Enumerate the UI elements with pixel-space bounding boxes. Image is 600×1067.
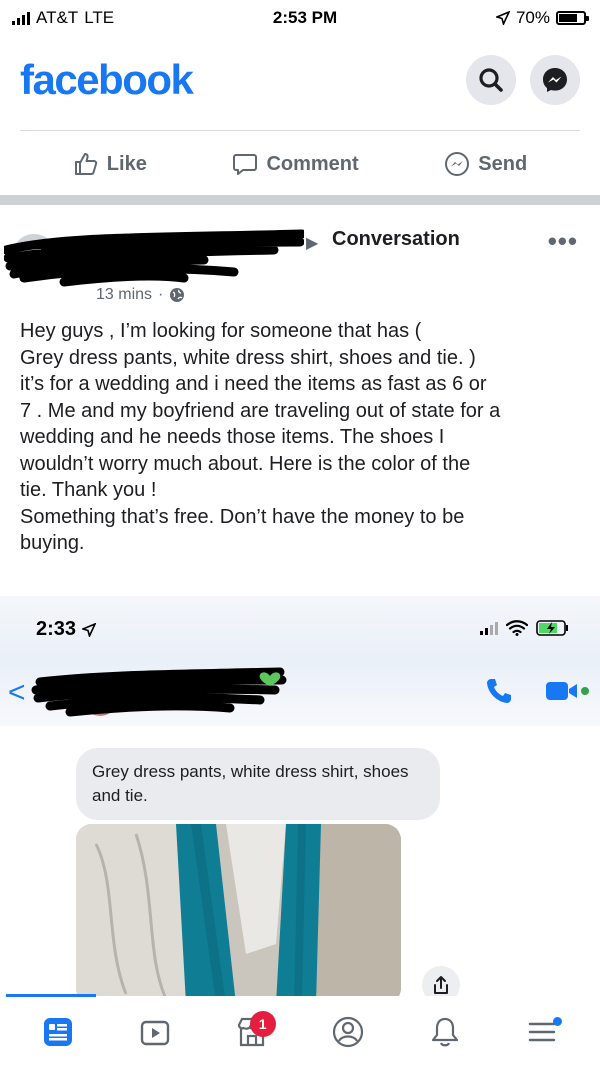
battery-icon	[555, 11, 589, 25]
back-chevron-icon[interactable]: <	[8, 676, 26, 710]
battery-percent: 70%	[515, 8, 550, 27]
meta-dot: ·	[158, 286, 164, 303]
menu-notification-dot	[552, 1017, 562, 1026]
tab-profile[interactable]	[318, 1007, 378, 1057]
location-icon	[495, 11, 510, 25]
signal-icon	[12, 11, 30, 25]
messenger-button[interactable]	[530, 55, 580, 105]
comment-button[interactable]: Comment	[232, 151, 359, 177]
network-label: LTE	[84, 8, 115, 27]
post-body: Hey guys , I’m looking for someone that …	[20, 320, 501, 554]
facebook-logo[interactable]: facebook	[20, 56, 194, 104]
redacted-name	[4, 229, 304, 287]
marketplace-badge: 1	[249, 1011, 276, 1037]
like-icon	[74, 153, 97, 175]
notifications-icon	[431, 1017, 459, 1047]
tab-marketplace[interactable]: 1	[222, 1007, 282, 1057]
wifi-icon	[506, 620, 528, 636]
app-header: facebook	[0, 40, 600, 120]
tab-news-feed[interactable]	[28, 1007, 88, 1057]
profile-icon	[333, 1016, 364, 1048]
video-call-icon[interactable]	[544, 678, 590, 704]
search-icon	[479, 68, 503, 92]
embedded-screenshot[interactable]: 2:33 < Grey dress pants, white dress shi…	[0, 596, 600, 996]
tab-notifications[interactable]	[415, 1007, 475, 1057]
send-button[interactable]: Send	[444, 151, 527, 177]
message-bubble: Grey dress pants, white dress shirt, sho…	[76, 748, 440, 820]
header-divider	[20, 130, 580, 131]
like-button[interactable]: Like	[73, 151, 147, 177]
share-button[interactable]	[422, 966, 460, 996]
post-action-bar: Like Comment Send	[0, 138, 600, 190]
more-options-icon[interactable]: •••	[548, 226, 578, 257]
messenger-send-icon	[445, 152, 470, 176]
tie-photo[interactable]	[76, 824, 401, 996]
news-feed-icon	[44, 1018, 73, 1046]
phone-icon[interactable]	[484, 676, 514, 706]
embedded-status-right	[480, 620, 570, 636]
tab-watch[interactable]	[125, 1007, 185, 1057]
status-right: 70%	[495, 8, 589, 28]
location-icon	[82, 622, 97, 637]
charging-battery-icon	[536, 620, 568, 636]
status-bar: AT&T LTE 2:53 PM 70%	[0, 0, 600, 36]
tie-photo-image	[76, 824, 401, 996]
send-label: Send	[478, 152, 528, 175]
feed-separator	[0, 195, 600, 205]
comment-icon	[233, 154, 258, 175]
bottom-nav: 1	[0, 997, 600, 1067]
search-button[interactable]	[466, 55, 516, 105]
group-name[interactable]: Conversation	[332, 228, 460, 251]
embedded-status: 2:33	[36, 618, 97, 641]
tab-menu[interactable]	[512, 1007, 572, 1057]
watch-icon	[140, 1020, 170, 1046]
embedded-time: 2:33	[36, 618, 77, 640]
status-left: AT&T LTE	[12, 8, 114, 28]
redacted-contact-name	[31, 667, 287, 717]
carrier-label: AT&T	[36, 8, 79, 27]
like-label: Like	[106, 152, 147, 175]
post-timestamp[interactable]: 13 mins	[96, 286, 152, 304]
comment-label: Comment	[266, 152, 359, 175]
status-time: 2:53 PM	[272, 8, 338, 27]
signal-icon	[480, 621, 498, 635]
messenger-icon	[543, 68, 567, 92]
post-meta: 13 mins ·	[96, 286, 185, 304]
share-icon	[434, 976, 448, 994]
post-header: ▶ Conversation ••• 13 mins ·	[0, 210, 600, 310]
call-controls	[484, 676, 590, 706]
arrow-right-icon: ▶	[306, 235, 319, 252]
globe-icon	[170, 288, 185, 302]
